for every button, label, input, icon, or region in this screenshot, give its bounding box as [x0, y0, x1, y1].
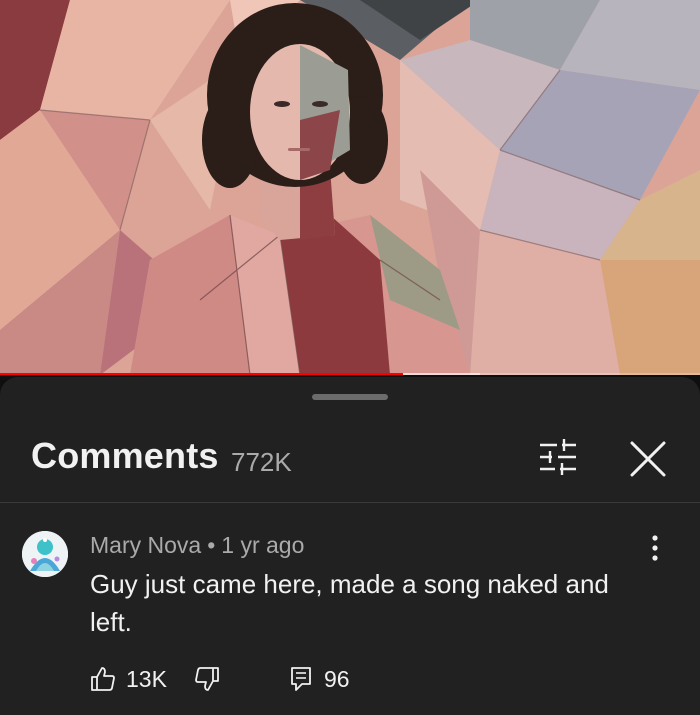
comments-panel: Comments 772K Mary Nova • 1 yr ago Guy j…: [0, 377, 700, 715]
close-icon: [630, 441, 666, 477]
video-progress-bar[interactable]: [0, 373, 700, 375]
comments-count: 772K: [231, 447, 292, 477]
thumbs-down-icon: [195, 667, 219, 691]
dislike-button[interactable]: [194, 662, 220, 696]
progress-played: [0, 373, 403, 375]
header-divider: [0, 502, 700, 503]
close-button[interactable]: [626, 437, 670, 481]
reply-comment-icon: [291, 667, 311, 691]
screen: Comments 772K Mary Nova • 1 yr ago Guy j…: [0, 0, 700, 715]
meta-separator: •: [207, 532, 216, 558]
sliders-icon: [540, 439, 576, 475]
comment-time: 1 yr ago: [221, 532, 305, 558]
video-player[interactable]: [0, 0, 700, 375]
comment-actions: 13K 96: [90, 662, 670, 696]
avatar-image: [22, 531, 68, 577]
thumbs-up-icon: [91, 667, 115, 691]
replies-button[interactable]: 96: [288, 662, 350, 696]
comment-text: Guy just came here, made a song naked an…: [90, 569, 609, 637]
reply-count: 96: [324, 665, 350, 692]
video-frame: [0, 0, 700, 375]
more-vertical-icon: [652, 535, 658, 561]
comment-author[interactable]: Mary Nova: [90, 532, 201, 558]
comment-meta: Mary Nova • 1 yr ago: [90, 532, 304, 559]
like-button[interactable]: 13K: [90, 662, 167, 696]
comments-title: Comments: [31, 435, 219, 476]
like-count: 13K: [126, 665, 167, 692]
filter-button[interactable]: [536, 437, 580, 477]
comment-menu-button[interactable]: [640, 533, 670, 563]
avatar[interactable]: [22, 531, 68, 577]
drag-handle[interactable]: [312, 394, 388, 400]
